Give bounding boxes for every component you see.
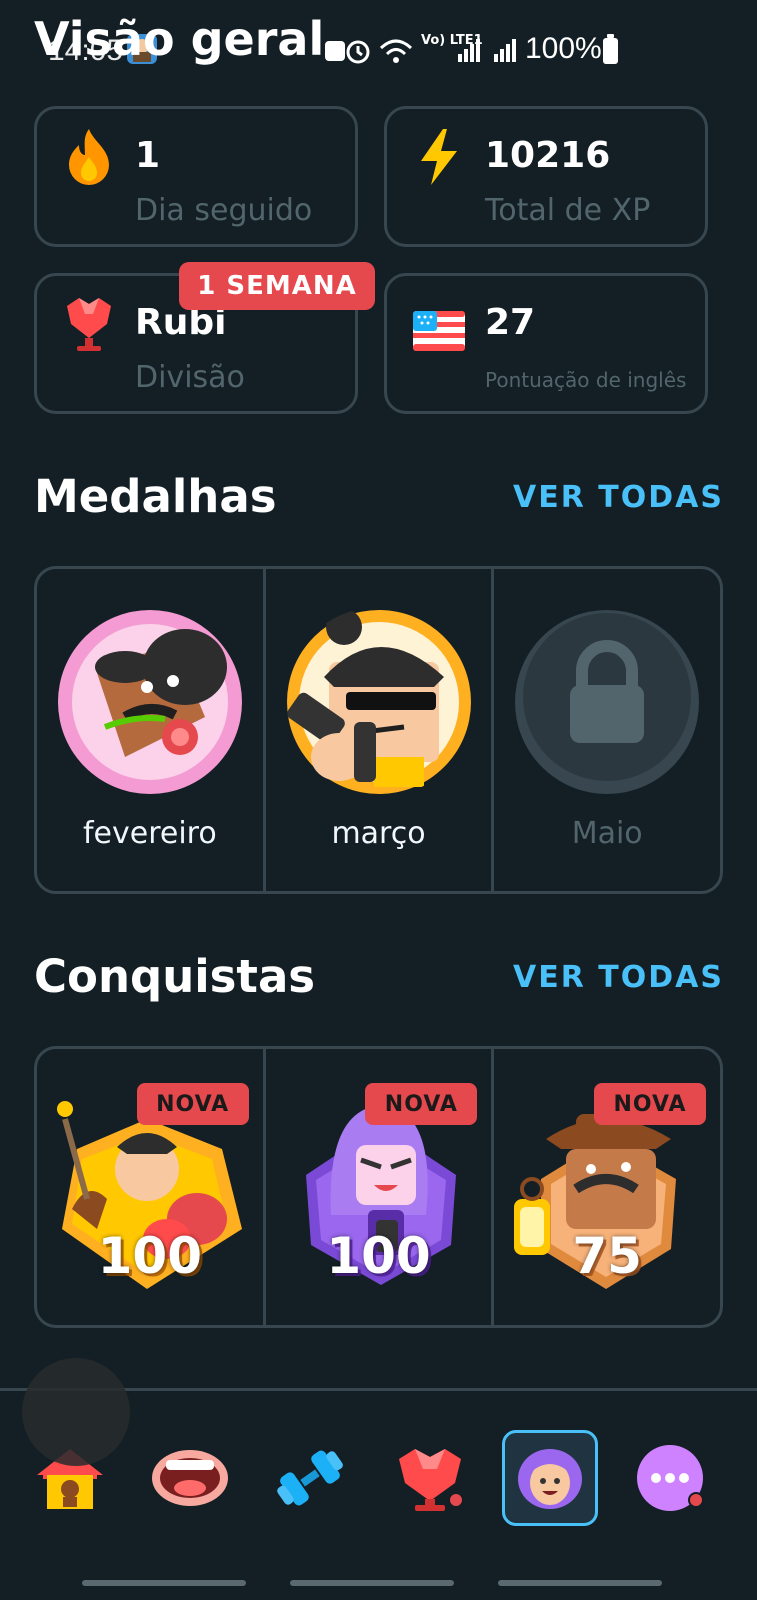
medals-title: Medalhas	[34, 470, 277, 523]
february-medal-icon	[57, 610, 242, 794]
new-badge: NOVA	[365, 1083, 478, 1125]
gesture-bar	[82, 1580, 246, 1586]
english-score-card[interactable]: 27 Pontuação de inglês	[384, 273, 708, 414]
signal-icon	[494, 39, 516, 62]
lightning-icon	[421, 129, 457, 185]
achievement-item[interactable]: NOVA 75	[494, 1049, 720, 1325]
english-score-label: Pontuação de inglês	[485, 368, 687, 392]
flame-icon	[69, 129, 109, 185]
gesture-bar	[290, 1580, 454, 1586]
notification-dot	[688, 1492, 704, 1508]
gesture-bar	[498, 1580, 662, 1586]
week-badge: 1 SEMANA	[179, 262, 375, 310]
wifi-icon	[379, 39, 413, 63]
notification-dot	[448, 1492, 464, 1508]
nav-practice[interactable]	[262, 1430, 358, 1526]
speak-icon	[152, 1450, 228, 1506]
streak-label: Dia seguido	[135, 193, 313, 228]
nav-more[interactable]	[622, 1430, 718, 1526]
nav-leagues[interactable]	[382, 1430, 478, 1526]
medal-item[interactable]: fevereiro	[37, 569, 266, 891]
achievement-count: 100	[97, 1227, 203, 1285]
medal-item[interactable]: março	[266, 569, 495, 891]
medals-grid: fevereiro março Maio	[34, 566, 723, 894]
division-label: Divisão	[135, 360, 245, 395]
battery-icon	[603, 34, 618, 64]
achievement-count: 75	[572, 1227, 642, 1285]
xp-card: 10216 Total de XP	[384, 106, 708, 247]
achievements-see-all-link[interactable]: VER TODAS	[513, 960, 724, 995]
floating-assist-button[interactable]	[22, 1358, 130, 1466]
new-badge: NOVA	[136, 1083, 249, 1125]
us-flag-icon	[413, 311, 465, 351]
nav-profile[interactable]	[502, 1430, 598, 1526]
medal-label: Maio	[571, 816, 643, 851]
profile-icon	[518, 1449, 582, 1509]
achievement-item[interactable]: NOVA 100	[37, 1049, 266, 1325]
medal-label: fevereiro	[82, 816, 217, 851]
page-title: Visão geral	[34, 12, 325, 66]
xp-value: 10216	[485, 135, 611, 176]
nav-speak[interactable]	[142, 1430, 238, 1526]
xp-label: Total de XP	[485, 193, 651, 228]
ruby-trophy-icon	[67, 298, 111, 351]
alarm-icon	[346, 40, 370, 64]
practice-dumbbell-icon	[277, 1450, 343, 1506]
achievements-title: Conquistas	[34, 950, 316, 1003]
signal-icon	[458, 39, 480, 62]
achievements-grid: NOVA 100 NOVA 100 NOVA 75	[34, 1046, 723, 1328]
medal-label: março	[331, 816, 426, 851]
medals-see-all-link[interactable]: VER TODAS	[513, 480, 724, 515]
english-score-value: 27	[485, 302, 536, 343]
achievement-count: 100	[326, 1227, 431, 1285]
streak-value: 1	[135, 135, 161, 176]
new-badge: NOVA	[594, 1083, 707, 1125]
streak-card: 1 Dia seguido	[34, 106, 358, 247]
battery-percent: 100%	[525, 32, 602, 65]
medal-item: Maio	[494, 569, 720, 891]
locked-medal-icon	[515, 610, 700, 794]
achievement-item[interactable]: NOVA 100	[266, 1049, 495, 1325]
march-medal-icon	[286, 609, 471, 794]
